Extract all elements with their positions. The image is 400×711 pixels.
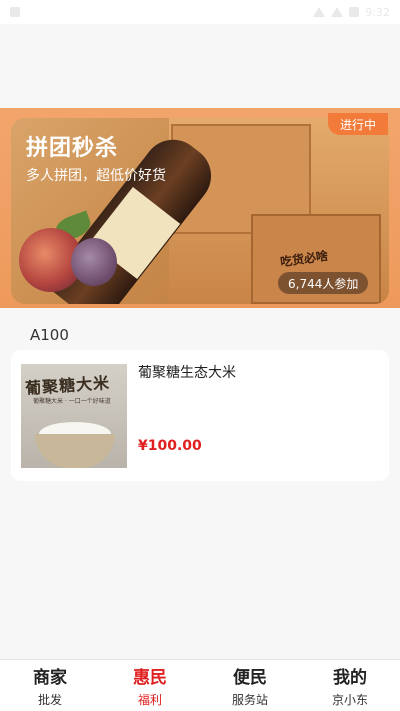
product-image-caption: 葡聚糖大米 · 一口一个好味道	[33, 398, 111, 405]
notification-icon	[10, 7, 20, 17]
product-card[interactable]: 葡聚糖大米 葡聚糖大米 · 一口一个好味道 葡聚糖生态大米 ¥100.00	[11, 350, 389, 481]
status-badge: 进行中	[327, 113, 388, 135]
tab-main-label: 惠民	[133, 668, 167, 688]
status-right: 9:32	[313, 6, 390, 19]
tab-main-label: 我的	[333, 668, 367, 688]
tab-main-label: 商家	[33, 668, 67, 688]
top-spacer	[0, 24, 400, 108]
fig-image	[71, 238, 117, 286]
product-image-title: 葡聚糖大米	[24, 373, 111, 398]
status-bar: 9:32	[0, 0, 400, 24]
bottom-tabbar: 商家 批发 惠民 福利 便民 服务站 我的 京小东	[0, 659, 400, 711]
section-title: A100	[30, 326, 69, 344]
wifi-icon	[313, 7, 326, 17]
tab-sub-label: 福利	[137, 693, 162, 707]
product-image[interactable]: 葡聚糖大米 葡聚糖大米 · 一口一个好味道	[21, 364, 127, 468]
promo-title: 拼团秒杀	[26, 136, 119, 161]
product-price: ¥100.00	[138, 438, 202, 454]
tab-main-label: 便民	[233, 668, 267, 688]
battery-icon	[349, 7, 360, 17]
signal-icon	[331, 7, 344, 17]
tab-sub-label: 京小东	[331, 693, 368, 707]
participants-count: 6,744人参加	[278, 272, 369, 294]
status-left	[10, 7, 20, 17]
promo-subtitle: 多人拼团，超低价好货	[26, 168, 166, 184]
tab-merchant[interactable]: 商家 批发	[0, 660, 100, 711]
tab-sub-label: 服务站	[231, 693, 268, 707]
tab-mine[interactable]: 我的 京小东	[300, 660, 400, 711]
tab-service[interactable]: 便民 服务站	[200, 660, 300, 711]
status-time: 9:32	[365, 5, 390, 19]
bowl-image	[35, 434, 115, 468]
product-name[interactable]: 葡聚糖生态大米	[138, 362, 236, 382]
tab-sub-label: 批发	[37, 693, 62, 707]
tab-benefits[interactable]: 惠民 福利	[100, 660, 200, 711]
